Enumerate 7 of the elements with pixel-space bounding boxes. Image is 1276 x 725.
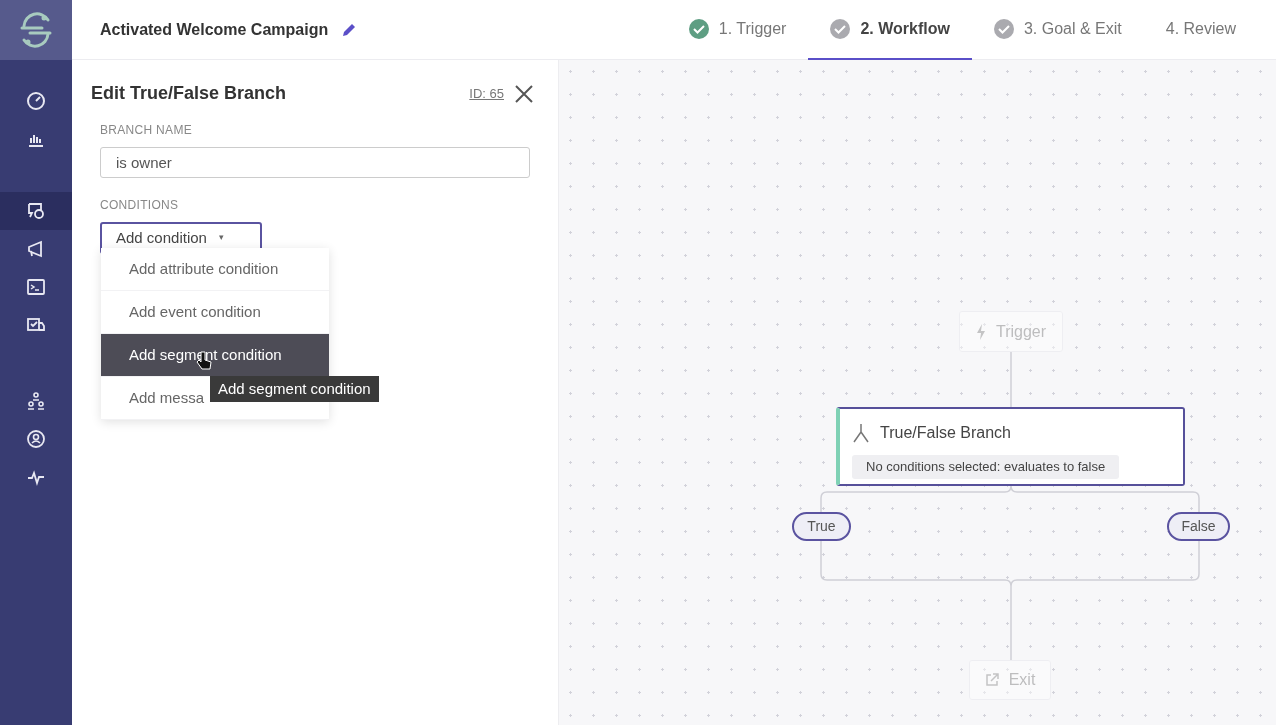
field-label: BRANCH NAME [100,122,193,139]
node-summary: No conditions selected: evaluates to false [852,455,1120,479]
node-title: True/False Branch [880,423,1011,443]
field-label: CONDITIONS [100,197,180,214]
panel-title: Edit True/False Branch [91,82,287,105]
campaign-title: Activated Welcome Campaign [100,19,329,40]
tooltip: Add segment condition [210,376,379,402]
